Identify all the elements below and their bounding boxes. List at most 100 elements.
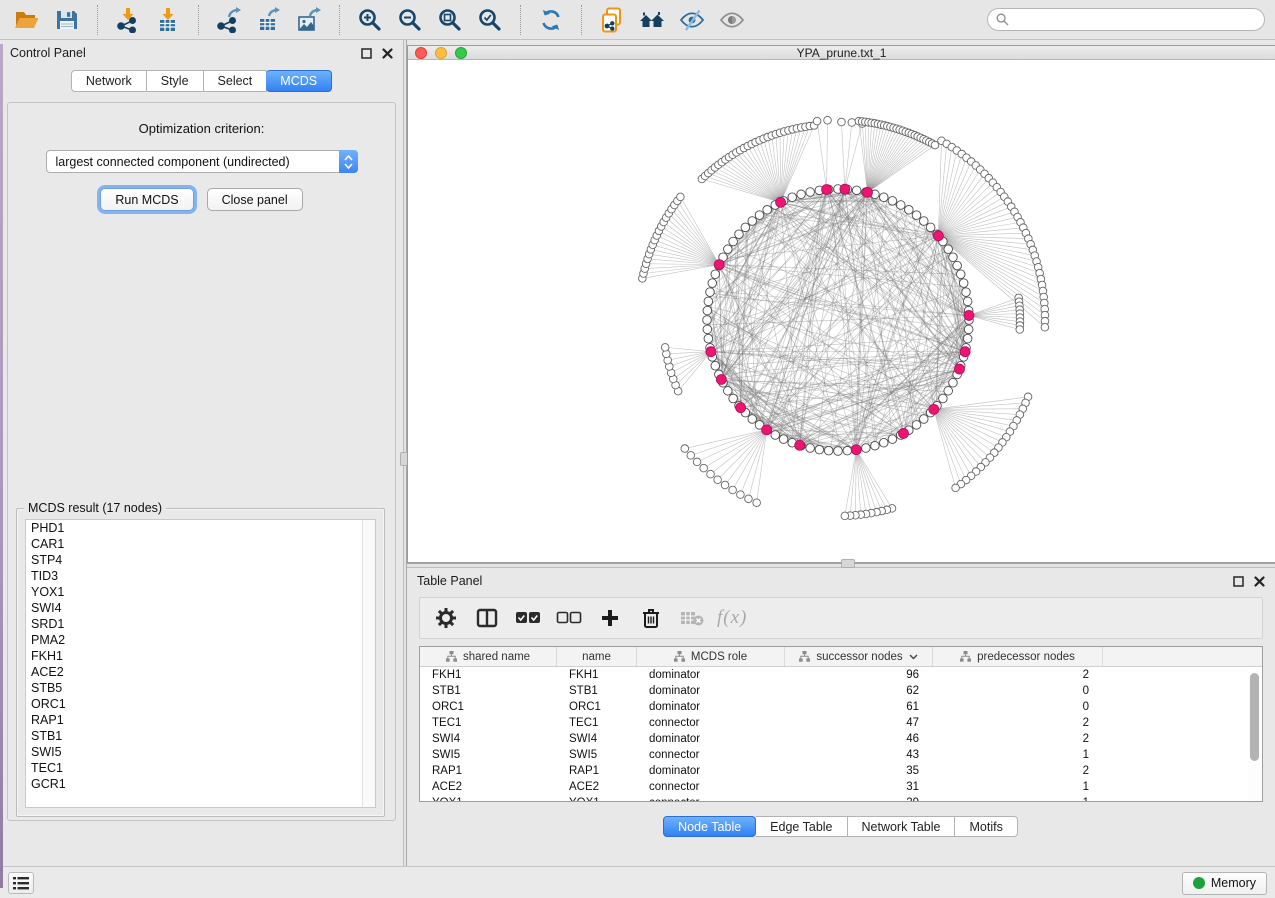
mcds-result-item[interactable]: PMA2 [26,632,375,648]
refresh-layout-icon[interactable] [534,4,568,36]
column-header-name[interactable]: name [557,647,637,666]
add-column-icon[interactable] [594,602,626,634]
tab-motifs[interactable]: Motifs [955,816,1017,837]
table-cell: dominator [637,731,785,747]
table-row[interactable]: ORC1ORC1dominator610 [420,699,1262,715]
zoom-out-icon[interactable] [393,4,427,36]
import-table-icon[interactable] [151,4,185,36]
splitter-grip[interactable] [841,559,855,568]
first-neighbors-icon[interactable] [635,4,669,36]
mcds-result-item[interactable]: SWI4 [26,600,375,616]
mcds-result-item[interactable]: ORC1 [26,696,375,712]
tab-network[interactable]: Network [71,70,147,92]
mcds-result-item[interactable]: ACE2 [26,664,375,680]
column-type-icon [674,651,685,662]
table-cell: 0 [933,683,1103,699]
zoom-fit-icon[interactable] [433,4,467,36]
tab-select[interactable]: Select [204,70,268,92]
column-header-mcds-role[interactable]: MCDS role [637,647,785,666]
mcds-result-item[interactable]: SWI5 [26,744,375,760]
control-panel: Control Panel Network Style Select MCDS … [0,40,403,866]
zoom-in-icon[interactable] [353,4,387,36]
table-scrollbar[interactable] [1248,671,1261,802]
mcds-list-scrollbar[interactable] [362,520,375,807]
table-cell: YOX1 [420,795,557,802]
open-file-icon[interactable] [10,4,44,36]
column-header-successor-nodes[interactable]: successor nodes [785,647,933,666]
close-panel-icon[interactable] [382,48,393,59]
mcds-result-item[interactable]: PHD1 [26,520,375,536]
close-panel-button[interactable]: Close panel [207,188,303,211]
tab-style[interactable]: Style [147,70,204,92]
memory-label: Memory [1211,876,1256,890]
column-header-shared-name[interactable]: shared name [420,647,557,666]
import-network-icon[interactable] [111,4,145,36]
toolbar-separator [339,5,340,35]
table-cell: dominator [637,699,785,715]
optimization-criterion-dropdown[interactable]: largest connected component (undirected) [46,150,358,173]
table-row[interactable]: YOX1YOX1connector291 [420,795,1262,802]
mcds-tab-content: Optimization criterion: largest connecte… [7,102,396,821]
float-panel-icon[interactable] [361,48,372,59]
mcds-result-item[interactable]: STB1 [26,728,375,744]
table-cell: connector [637,795,785,802]
show-all-icon[interactable] [715,4,749,36]
table-row[interactable]: STB1STB1dominator620 [420,683,1262,699]
table-row[interactable]: ACE2ACE2connector311 [420,779,1262,795]
toolbar-separator [581,5,582,35]
tab-network-table[interactable]: Network Table [848,816,956,837]
delete-column-icon[interactable] [635,602,667,634]
search-box [987,8,1265,31]
column-header-predecessor-nodes[interactable]: predecessor nodes [933,647,1103,666]
mcds-result-item[interactable]: YOX1 [26,584,375,600]
network-canvas[interactable] [408,60,1275,562]
mcds-result-item[interactable]: STP4 [26,552,375,568]
table-row[interactable]: SWI4SWI4dominator462 [420,731,1262,747]
mcds-result-item[interactable]: STB5 [26,680,375,696]
table-toolbar: f(x) [419,597,1263,639]
run-mcds-button[interactable]: Run MCDS [100,188,193,211]
search-input[interactable] [1014,13,1256,27]
table-cell: connector [637,747,785,763]
zoom-selected-icon[interactable] [473,4,507,36]
tab-mcds[interactable]: MCDS [266,70,332,92]
table-settings-gear-icon[interactable] [430,602,462,634]
mcds-result-item[interactable]: RAP1 [26,712,375,728]
deselect-all-icon[interactable] [553,602,585,634]
show-columns-icon[interactable] [471,602,503,634]
memory-status-icon [1193,877,1205,889]
mcds-result-item[interactable]: TID3 [26,568,375,584]
table-row[interactable]: SWI5SWI5connector431 [420,747,1262,763]
table-cell: 0 [933,699,1103,715]
scrollbar-thumb[interactable] [1250,673,1259,761]
float-panel-icon[interactable] [1233,576,1244,587]
tab-edge-table[interactable]: Edge Table [756,816,847,837]
mcds-result-item[interactable]: SRD1 [26,616,375,632]
task-history-button[interactable] [8,872,34,894]
tab-node-table[interactable]: Node Table [663,816,756,837]
save-session-icon[interactable] [50,4,84,36]
mcds-result-item[interactable]: GCR1 [26,776,375,792]
select-all-icon[interactable] [512,602,544,634]
function-builder-icon-disabled: f(x) [717,607,747,629]
table-cell: dominator [637,763,785,779]
hide-selected-icon[interactable] [675,4,709,36]
list-icon [13,877,29,890]
search-icon [996,13,1009,26]
new-network-from-selection-icon[interactable] [595,4,629,36]
table-row[interactable]: FKH1FKH1dominator962 [420,667,1262,683]
export-image-icon[interactable] [292,4,326,36]
table-cell: connector [637,715,785,731]
mcds-result-item[interactable]: FKH1 [26,648,375,664]
table-cell: 2 [933,667,1103,683]
export-table-icon[interactable] [252,4,286,36]
memory-button[interactable]: Memory [1182,872,1267,895]
mcds-result-item[interactable]: CAR1 [26,536,375,552]
export-network-icon[interactable] [212,4,246,36]
toolbar-separator [520,5,521,35]
close-panel-icon[interactable] [1254,576,1265,587]
table-row[interactable]: TEC1TEC1connector472 [420,715,1262,731]
table-row[interactable]: RAP1RAP1dominator352 [420,763,1262,779]
table-cell: STB1 [420,683,557,699]
mcds-result-item[interactable]: TEC1 [26,760,375,776]
